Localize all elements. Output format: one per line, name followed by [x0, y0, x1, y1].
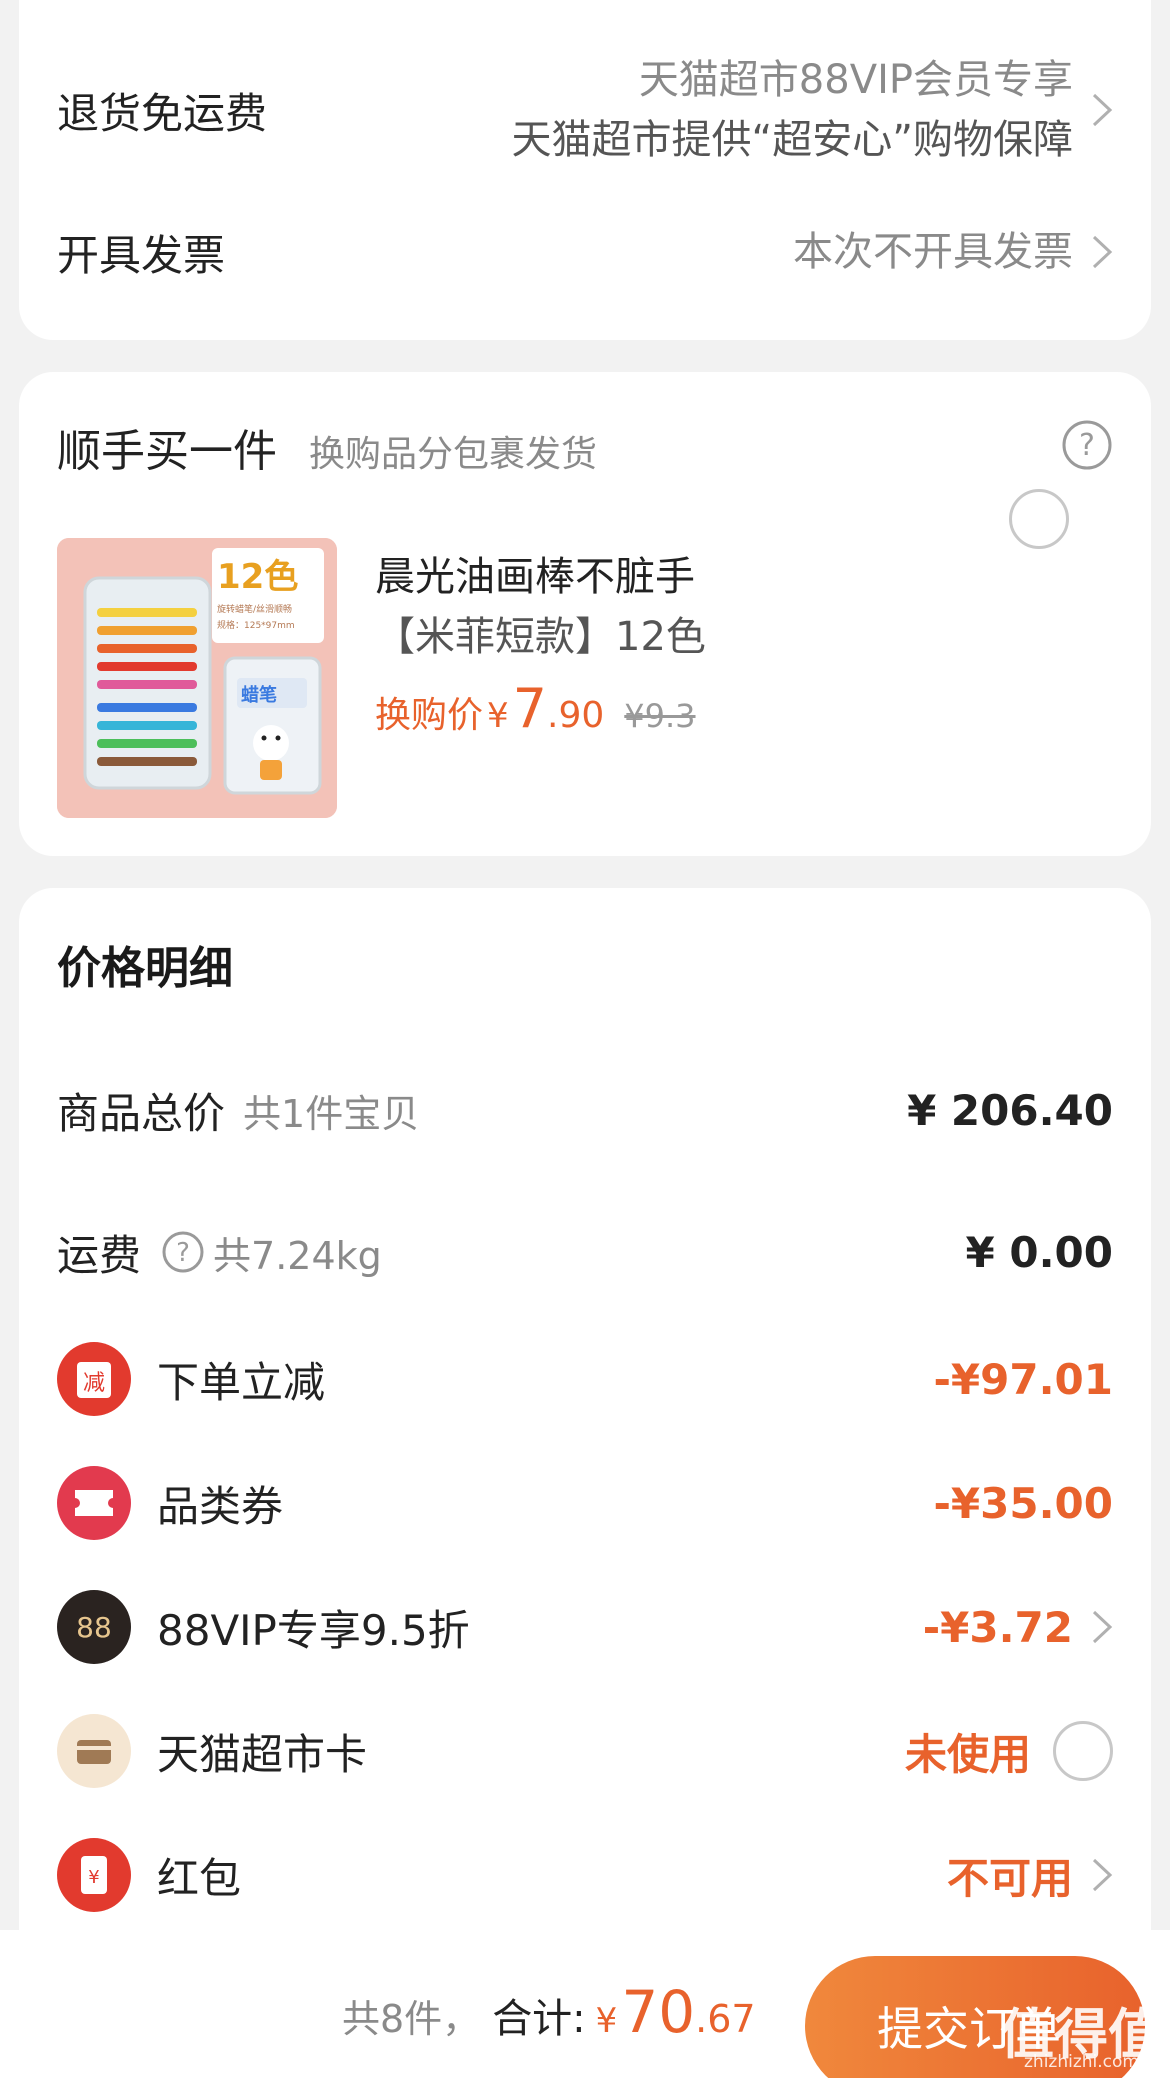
product-title[interactable]: 晨光油画棒不脏手	[375, 544, 695, 602]
product-image-note2: 规格：125*97mm	[217, 619, 295, 631]
return-shipping-value: 天猫超市88VIP会员专享 天猫超市提供“超安心”购物保障	[512, 50, 1073, 170]
addon-subtitle: 换购品分包裹发货	[309, 434, 598, 475]
return-shipping-label: 退货免运费	[57, 88, 268, 138]
shipping-weight: 共7.24kg	[213, 1233, 382, 1278]
checkout-bar: 共8件， 合计: ¥ 70 .67 提交订单	[0, 1930, 1170, 2078]
addon-header: 顺手买一件 换购品分包裹发货 ?	[57, 412, 1113, 482]
product-image-note1: 旋转蜡笔/丝滑顺畅	[217, 603, 292, 615]
vip88-icon-text: 88	[76, 1611, 112, 1644]
red-packet-label: 红包	[157, 1853, 242, 1903]
price-decimal: .90	[547, 695, 605, 736]
vip88-icon: 88	[57, 1590, 131, 1664]
price-detail-title: 价格明细	[57, 943, 233, 994]
addon-select-radio[interactable]	[1009, 489, 1069, 549]
svg-text:?: ?	[176, 1238, 190, 1268]
help-icon[interactable]: ?	[1061, 419, 1113, 475]
invoice-value: 本次不开具发票	[793, 229, 1073, 275]
total-integer: 70	[621, 1978, 696, 2046]
product-variant: 【米菲短款】12色	[375, 614, 706, 660]
product-image-badge: 12色	[217, 557, 298, 597]
red-packet-icon-text: ¥	[88, 1867, 99, 1888]
watermark-url: zhizhizhi.com	[1024, 2052, 1139, 2072]
supermarket-card-radio[interactable]	[1053, 1721, 1113, 1781]
price-row-vip-discount[interactable]: 88 88VIP专享9.5折 -¥3.72	[57, 1582, 1113, 1672]
product-price: 换购价 ¥ 7 .90 ¥9.3	[375, 677, 696, 740]
addon-title: 顺手买一件	[57, 426, 277, 477]
price-integer: 7	[512, 677, 548, 740]
price-row-shipping: 运费 ? 共7.24kg ¥ 0.00	[57, 1212, 1113, 1292]
price-row-subtotal: 商品总价 共1件宝贝 ¥ 206.40	[57, 1070, 1113, 1150]
chevron-right-icon	[1073, 1609, 1113, 1645]
return-shipping-value-line2: 天猫超市提供“超安心”购物保障	[511, 117, 1073, 163]
item-count: 共8件，	[342, 1997, 481, 2041]
price-detail-card: 价格明细 商品总价 共1件宝贝 ¥ 206.40 运费 ? 共7.24kg ¥ …	[19, 888, 1151, 1938]
subtotal-label: 商品总价	[57, 1088, 226, 1138]
subtotal-sub: 共1件宝贝	[243, 1091, 420, 1136]
supermarket-card-label: 天猫超市卡	[157, 1729, 368, 1779]
chevron-right-icon	[1073, 92, 1113, 128]
price-currency: ¥	[487, 696, 509, 736]
subtotal-value: ¥ 206.40	[907, 1085, 1113, 1135]
addon-card: 顺手买一件 换购品分包裹发货 ? 12色 旋转蜡笔/丝滑顺畅 规格：125*97…	[19, 372, 1151, 856]
category-coupon-value: -¥35.00	[933, 1478, 1113, 1528]
instant-discount-label: 下单立减	[157, 1357, 326, 1407]
product-image-box-text: 蜡笔	[241, 684, 277, 706]
original-price: ¥9.3	[624, 697, 696, 735]
vip-discount-label: 88VIP专享9.5折	[157, 1605, 470, 1655]
return-shipping-value-line1: 天猫超市88VIP会员专享	[638, 57, 1073, 103]
total-currency: ¥	[595, 2001, 618, 2041]
invoice-label: 开具发票	[57, 230, 226, 280]
price-row-red-packet[interactable]: ¥ 红包 不可用	[57, 1830, 1113, 1920]
chevron-right-icon	[1073, 234, 1113, 270]
price-row-category-coupon: 品类券 -¥35.00	[57, 1458, 1113, 1548]
coupon-icon	[57, 1466, 131, 1540]
chevron-right-icon	[1073, 1857, 1113, 1893]
total-label: 合计:	[492, 1996, 586, 2042]
invoice-row[interactable]: 开具发票 本次不开具发票	[57, 212, 1113, 292]
product-image[interactable]: 12色 旋转蜡笔/丝滑顺畅 规格：125*97mm 蜡笔	[57, 538, 337, 818]
price-row-instant-discount: 减 下单立减 -¥97.01	[57, 1334, 1113, 1424]
shipping-fee-value: ¥ 0.00	[965, 1227, 1113, 1277]
category-coupon-label: 品类券	[157, 1481, 284, 1531]
svg-text:?: ?	[1079, 428, 1095, 463]
return-shipping-row[interactable]: 退货免运费 天猫超市88VIP会员专享 天猫超市提供“超安心”购物保障	[57, 40, 1113, 180]
supermarket-card-value: 未使用	[904, 1729, 1031, 1779]
vip-discount-value: -¥3.72	[922, 1602, 1073, 1652]
card-icon	[57, 1714, 131, 1788]
checkout-total: 共8件， 合计: ¥ 70 .67	[342, 1978, 756, 2046]
shipping-fee-label: 运费	[57, 1230, 142, 1280]
price-prefix: 换购价	[375, 695, 484, 736]
total-decimal: .67	[695, 1997, 756, 2041]
price-row-supermarket-card[interactable]: 天猫超市卡 未使用	[57, 1706, 1113, 1796]
reduce-icon: 减	[57, 1342, 131, 1416]
red-packet-value: 不可用	[946, 1853, 1073, 1903]
service-card: 退货免运费 天猫超市88VIP会员专享 天猫超市提供“超安心”购物保障 开具发票…	[19, 0, 1151, 340]
reduce-icon-text: 减	[83, 1371, 105, 1396]
instant-discount-value: -¥97.01	[933, 1354, 1113, 1404]
red-packet-icon: ¥	[57, 1838, 131, 1912]
help-icon[interactable]: ?	[161, 1230, 205, 1274]
